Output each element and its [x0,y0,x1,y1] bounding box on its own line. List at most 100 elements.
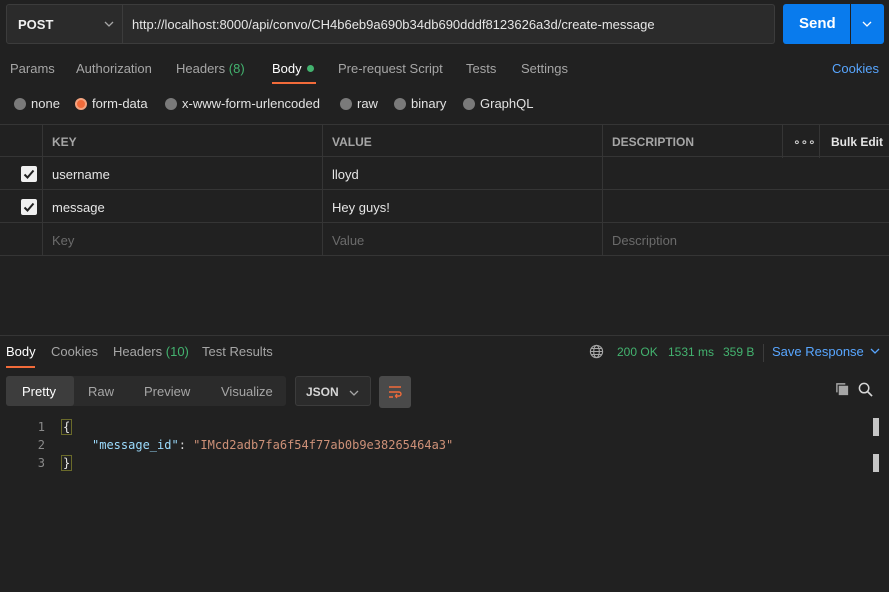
radio-circle-icon [463,97,475,110]
tab-settings[interactable]: Settings [521,61,568,76]
view-visualize-button[interactable]: Visualize [206,376,286,406]
row-checkbox[interactable] [21,199,37,215]
key-input[interactable]: Key [42,223,322,256]
radio-graphql-label: GraphQL [480,96,534,111]
response-tab-cookies[interactable]: Cookies [51,344,98,359]
response-tabs: Body Cookies Headers (10) Test Results 2… [0,344,889,370]
tab-pre-request-script[interactable]: Pre-request Script [338,61,443,76]
response-divider[interactable] [0,335,889,336]
tab-authorization[interactable]: Authorization [76,61,152,76]
body-type-radios: none form-data x-www-form-urlencoded raw… [0,94,889,114]
response-size[interactable]: 359 B [723,345,754,359]
format-select[interactable]: JSON [295,376,371,406]
tab-params[interactable]: Params [10,61,55,76]
bulk-edit-label: Bulk Edit [831,135,884,149]
radio-circle-icon [340,97,352,110]
send-options-button[interactable] [851,4,884,44]
line-number: 1 [37,420,45,434]
radio-circle-icon [14,97,26,110]
tab-body-label: Body [272,61,302,76]
request-tabs: Params Authorization Headers (8) Body Pr… [0,54,889,84]
radio-urlencoded[interactable]: x-www-form-urlencoded [165,96,320,111]
radio-raw[interactable]: raw [340,96,378,111]
method-select[interactable]: POST [6,4,123,44]
description-input[interactable]: Description [602,223,889,256]
close-brace: } [61,455,73,471]
value-cell[interactable]: Hey guys! [322,190,602,223]
value-text: Hey guys! [332,200,390,215]
table-row: message Hey guys! [0,190,889,223]
checkmark-icon [23,169,35,179]
wrap-lines-icon [389,386,402,399]
radio-form-data-label: form-data [92,96,148,111]
request-url-bar: POST http://localhost:8000/api/convo/CH4… [6,4,884,44]
key-text: message [52,200,105,215]
response-tab-headers[interactable]: Headers (10) [113,344,189,359]
value-cell[interactable]: lloyd [322,157,602,190]
radio-urlencoded-label: x-www-form-urlencoded [182,96,320,111]
row-checkbox[interactable] [21,166,37,182]
json-value: "IMcd2adb7fa6f54f77ab0b9e38265464a3" [193,438,454,452]
view-preview-label: Preview [144,384,191,399]
table-row-empty: Key Value Description [0,223,889,256]
save-response-label: Save Response [772,344,864,359]
radio-binary[interactable]: binary [394,96,446,111]
radio-selected-icon [75,97,87,110]
response-headers-count: (10) [165,344,189,359]
view-visualize-label: Visualize [221,384,273,399]
tab-body[interactable]: Body [272,61,314,76]
headers-count-badge: (8) [228,61,245,76]
key-placeholder: Key [52,233,75,248]
view-mode-segmented: Pretty Raw Preview Visualize [6,376,286,406]
value-placeholder: Value [332,233,365,248]
more-options-icon: ∘∘∘ [793,135,816,149]
chevron-down-icon [870,348,880,354]
bulk-edit-button[interactable]: Bulk Edit [819,125,889,158]
format-label: JSON [306,385,339,399]
send-button[interactable]: Send [783,4,850,44]
more-options-button[interactable]: ∘∘∘ [782,125,819,158]
wrap-lines-button[interactable] [379,376,411,408]
chevron-down-icon [349,390,359,396]
method-label: POST [18,17,54,32]
line-number: 2 [37,438,45,452]
body-active-dot-icon [306,65,314,73]
view-pretty-label: Pretty [22,384,56,399]
view-preview-button[interactable]: Preview [130,376,206,406]
radio-raw-label: raw [357,96,378,111]
line-number: 3 [37,456,45,470]
header-key-label: KEY [52,135,77,149]
view-raw-label: Raw [88,384,115,399]
response-tab-headers-label: Headers [113,344,163,359]
key-cell[interactable]: username [42,157,322,190]
send-label: Send [799,15,836,32]
chevron-down-icon [862,21,872,27]
cookies-link[interactable]: Cookies [832,61,879,76]
globe-icon[interactable] [589,344,604,359]
radio-form-data[interactable]: form-data [75,96,148,111]
response-tab-body[interactable]: Body [6,344,36,359]
radio-none-label: none [31,96,60,111]
key-text: username [52,167,110,182]
url-text: http://localhost:8000/api/convo/CH4b6eb9… [132,17,655,32]
description-cell[interactable] [602,190,889,223]
key-cell[interactable]: message [42,190,322,223]
view-raw-button[interactable]: Raw [74,376,130,406]
description-cell[interactable] [602,157,889,190]
radio-none[interactable]: none [14,96,60,111]
copy-icon[interactable] [835,382,850,397]
radio-graphql[interactable]: GraphQL [463,96,533,111]
tab-headers-label: Headers [176,61,226,76]
response-time[interactable]: 1531 ms [668,345,714,359]
save-response-button[interactable]: Save Response [772,344,880,359]
header-description: DESCRIPTION [602,125,782,158]
url-input[interactable]: http://localhost:8000/api/convo/CH4b6eb9… [123,4,775,44]
tab-headers[interactable]: Headers (8) [176,61,245,76]
tab-tests[interactable]: Tests [466,61,496,76]
view-pretty-button[interactable]: Pretty [6,376,74,406]
status-code[interactable]: 200 OK [617,345,658,359]
header-value: VALUE [322,125,602,158]
search-icon[interactable] [858,382,873,397]
value-input[interactable]: Value [322,223,602,256]
response-tab-test-results[interactable]: Test Results [202,344,273,359]
